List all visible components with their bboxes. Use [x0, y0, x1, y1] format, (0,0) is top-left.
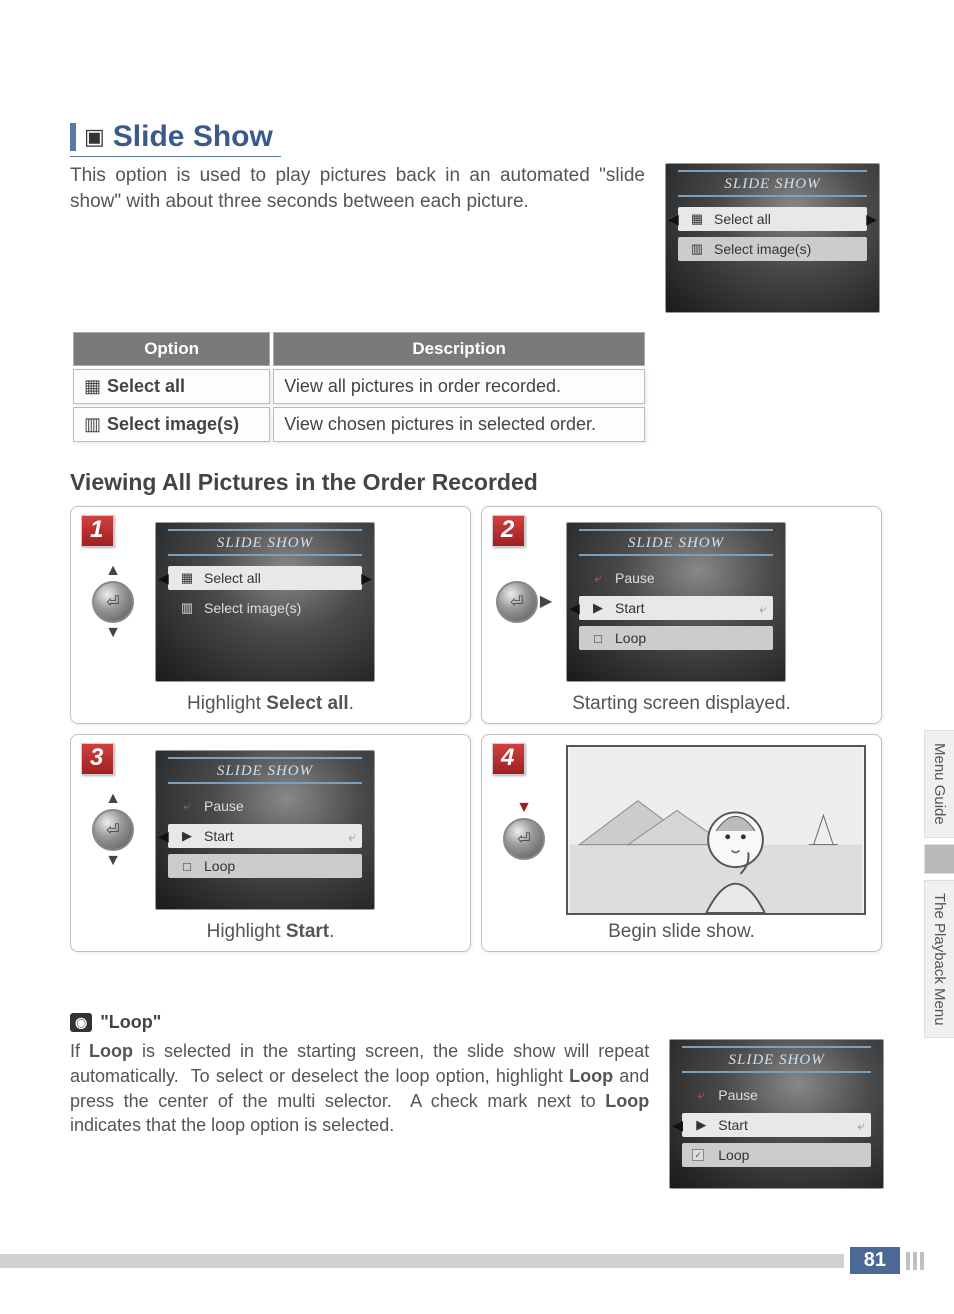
lcd-title: SLIDE SHOW — [678, 170, 867, 197]
multi-selector-icon: ▲▼ — [83, 791, 143, 869]
tip-icon: ◉ — [70, 1013, 92, 1032]
step-caption: Highlight Start. — [83, 915, 458, 943]
side-tabs: Menu Guide The Playback Menu — [924, 730, 954, 1038]
step-number: 3 — [81, 743, 114, 775]
lcd-item-select-images: ▥ Select image(s) — [678, 237, 867, 261]
note-text: If Loop is selected in the starting scre… — [70, 1039, 649, 1138]
note-title: "Loop" — [100, 1012, 161, 1033]
step-caption: Highlight Select all. — [83, 687, 458, 715]
tab-menu-guide: Menu Guide — [924, 730, 954, 838]
step-grid: 1 ▲▼ SLIDE SHOW ◀▦Select all▶ ▥Select im… — [70, 506, 882, 952]
step-number: 4 — [492, 743, 525, 775]
options-table: Option Description ▦Select all View all … — [70, 329, 648, 445]
page-title: Slide Show — [113, 120, 273, 154]
tab-spacer — [924, 844, 954, 874]
table-header-option: Option — [73, 332, 270, 366]
table-row: ▦Select all View all pictures in order r… — [73, 369, 645, 404]
step-2: 2 ▶ SLIDE SHOW ⤶Pause ◀▶Start⤶ □Loop Sta… — [481, 506, 882, 724]
table-header-description: Description — [273, 332, 645, 366]
lcd-preview-loop: SLIDE SHOW ⤶Pause ◀▶Start⤶ ✓Loop — [669, 1039, 884, 1189]
step-caption: Starting screen displayed. — [494, 687, 869, 715]
lcd-preview-top: SLIDE SHOW ◀▦ Select all ▶ ▥ Select imag… — [665, 163, 880, 313]
step-3: 3 ▲▼ SLIDE SHOW ⤶Pause ◀▶Start⤶ □Loop Hi… — [70, 734, 471, 952]
lcd-item-select-all: ◀▦ Select all ▶ — [678, 207, 867, 231]
slideshow-icon: ▣ — [84, 124, 105, 150]
multi-selector-icon: ▶ — [494, 581, 554, 623]
step-number: 2 — [492, 515, 525, 547]
page-number: 81 — [850, 1247, 900, 1274]
page-footer: 81 — [0, 1247, 954, 1274]
step-4: 4 ▼ — [481, 734, 882, 952]
table-row: ▥Select image(s) View chosen pictures in… — [73, 407, 645, 442]
section-heading: ▣ Slide Show — [70, 120, 281, 157]
step-1: 1 ▲▼ SLIDE SHOW ◀▦Select all▶ ▥Select im… — [70, 506, 471, 724]
subheading: Viewing All Pictures in the Order Record… — [70, 469, 884, 496]
step-caption: Begin slide show. — [494, 915, 869, 943]
tab-playback-menu: The Playback Menu — [924, 880, 954, 1039]
loop-note: ◉ "Loop" If Loop is selected in the star… — [70, 1012, 884, 1189]
step-number: 1 — [81, 515, 114, 547]
multi-selector-icon: ▲▼ — [83, 563, 143, 641]
sample-photo — [566, 745, 866, 915]
intro-paragraph: This option is used to play pictures bac… — [70, 163, 645, 214]
multi-selector-icon: ▼ — [494, 800, 554, 860]
